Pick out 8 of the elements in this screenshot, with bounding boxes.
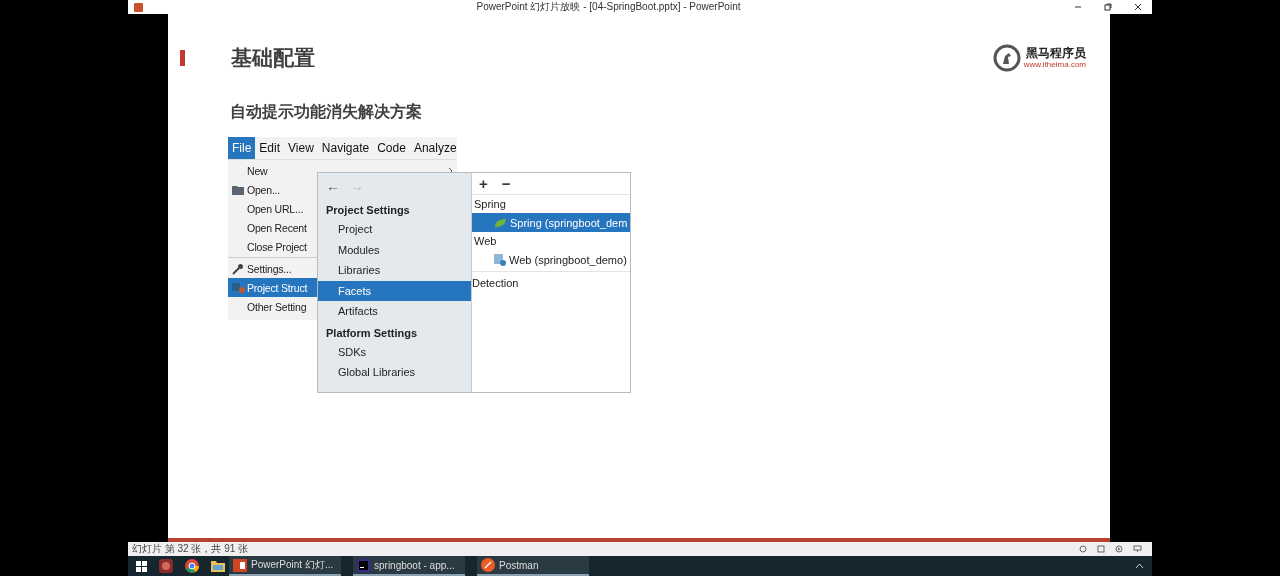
slide-counter: 幻灯片 第 32 张，共 91 张	[132, 542, 249, 556]
slide-subtitle: 自动提示功能消失解决方案	[230, 102, 423, 122]
window-title: PowerPoint 幻灯片放映 - [04-SpringBoot.pptx] - PowerPoint	[475, 0, 742, 14]
logo-name: 黑马程序员	[1026, 46, 1086, 60]
logo-url: www.itheima.com	[1023, 60, 1086, 70]
section-heading: Platform Settings	[325, 325, 419, 341]
section-heading: Project Settings	[325, 203, 411, 218]
slide-title: 基础配置	[231, 45, 315, 72]
